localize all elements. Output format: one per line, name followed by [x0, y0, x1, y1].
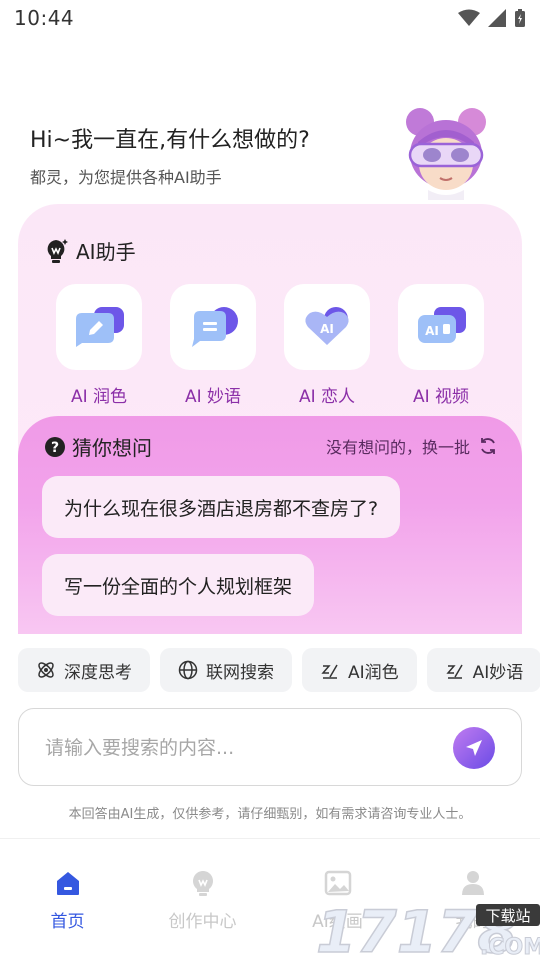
heart-icon: AI — [305, 307, 349, 345]
wifi-icon — [458, 9, 480, 26]
chat-bubble-icon — [192, 307, 238, 347]
chip-deep-thinking[interactable]: 深度思考 — [18, 648, 150, 692]
search-input[interactable] — [45, 733, 445, 763]
tool-ai-video[interactable]: AI AI 视频 — [398, 284, 484, 407]
battery-icon — [515, 9, 525, 27]
image-icon — [324, 870, 351, 896]
pen-icon — [446, 664, 463, 679]
atom-icon — [38, 662, 54, 678]
tool-label: AI 视频 — [412, 387, 470, 407]
question-item[interactable]: 为什么现在很多酒店退房都不查房了? — [42, 476, 401, 538]
refresh-button[interactable]: 没有想问的，换一批 — [326, 434, 498, 458]
question-item[interactable]: 写一份全面的个人规划框架 — [42, 554, 315, 616]
send-icon — [466, 740, 482, 756]
guess-card: ? 猜你想问 没有想问的，换一批 为什么现在很多酒店退房都不查房了? 写一份全面… — [18, 416, 522, 634]
refresh-icon — [481, 438, 495, 454]
greeting-subtitle: 都灵，为您提供各种AI助手 — [30, 168, 222, 187]
chip-label: AI妙语 — [472, 662, 524, 683]
svg-text:AI: AI — [320, 322, 334, 336]
disclaimer: 本回答由AI生成，仅供参考，请仔细甄别，如有需求请咨询专业人士。 — [68, 807, 472, 822]
video-icon: AI — [418, 307, 466, 343]
refresh-label: 没有想问的，换一批 — [325, 438, 470, 457]
tool-label: AI 润色 — [70, 387, 128, 407]
tool-grid: AI 润色 AI 妙语 AI AI 恋人 AI AI 视频 — [56, 284, 484, 407]
pen-icon — [321, 664, 338, 679]
bulb-icon — [47, 238, 68, 263]
chip-label: AI润色 — [348, 662, 399, 683]
status-bar: 10:44 — [0, 0, 540, 36]
globe-icon — [178, 660, 198, 680]
assistant-title: AI助手 — [76, 240, 136, 264]
tool-box: AI — [284, 284, 370, 370]
tool-ai-polish[interactable]: AI 润色 — [56, 284, 142, 407]
chip-ai-polish[interactable]: AI润色 — [302, 648, 417, 692]
status-time: 10:44 — [14, 6, 75, 30]
tool-ai-quotes[interactable]: AI 妙语 — [170, 284, 256, 407]
signal-icon — [488, 9, 506, 27]
tool-box — [170, 284, 256, 370]
chip-ai-quotes[interactable]: AI妙语 — [426, 648, 540, 692]
chip-label: 联网搜索 — [206, 662, 274, 683]
mascot-avatar — [406, 108, 486, 200]
assistant-header: AI助手 — [44, 236, 136, 265]
question-icon: ? — [45, 436, 65, 457]
nav-label: 创作中心 — [168, 912, 237, 932]
tool-box: AI — [398, 284, 484, 370]
guess-header: ? 猜你想问 — [44, 432, 152, 461]
pen-icon — [76, 307, 124, 347]
greeting: Hi~我一直在,有什么想做的? 都灵，为您提供各种AI助手 — [30, 122, 310, 188]
svg-text:?: ? — [51, 440, 59, 456]
tool-label: AI 恋人 — [298, 387, 356, 407]
nav-label: 首页 — [50, 912, 85, 932]
feature-chips: 深度思考 联网搜索 AI润色 AI妙语 — [18, 648, 540, 692]
watermark-tag: 下载站 — [485, 907, 530, 925]
status-icons — [458, 8, 526, 28]
nav-creation[interactable]: 创作中心 — [135, 839, 270, 960]
svg-text:AI: AI — [425, 324, 439, 338]
watermark-domain: .COM — [480, 935, 540, 960]
bulb-icon — [192, 871, 213, 896]
search-box — [18, 708, 522, 786]
chip-label: 深度思考 — [64, 662, 132, 683]
user-icon — [461, 871, 484, 895]
watermark-logo: 17178 下载站 .COM — [316, 897, 540, 960]
greeting-title: Hi~我一直在,有什么想做的? — [30, 128, 310, 153]
chip-web-search[interactable]: 联网搜索 — [160, 648, 292, 692]
nav-home[interactable]: 首页 — [0, 839, 135, 960]
tool-ai-lover[interactable]: AI AI 恋人 — [284, 284, 370, 407]
tool-label: AI 妙语 — [184, 387, 242, 407]
send-button[interactable] — [453, 727, 495, 769]
home-icon — [56, 872, 79, 895]
tool-box — [56, 284, 142, 370]
guess-title: 猜你想问 — [72, 436, 152, 460]
